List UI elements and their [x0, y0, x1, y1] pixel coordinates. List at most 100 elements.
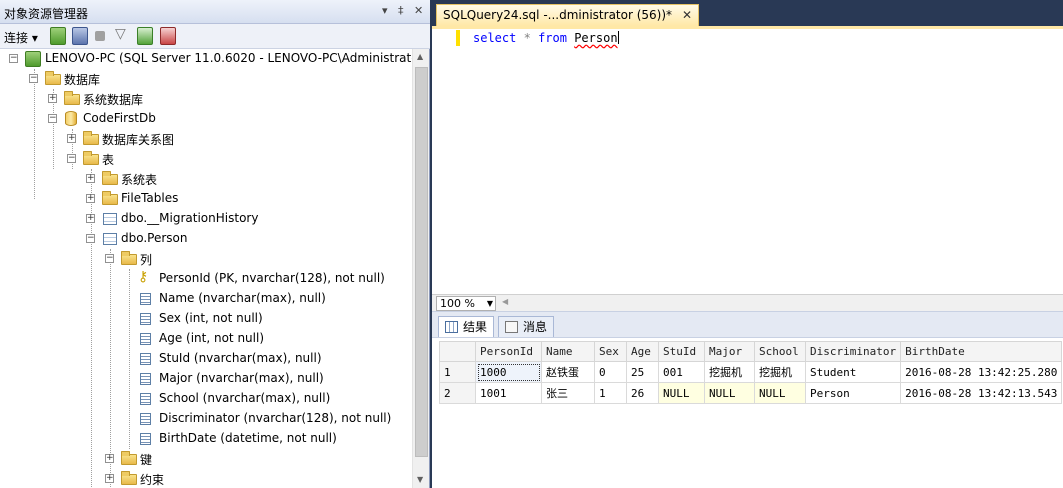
column-header[interactable]: PersonId	[475, 341, 542, 362]
column-icon	[140, 373, 151, 385]
row-number[interactable]: 2	[439, 382, 476, 404]
column-icon	[140, 333, 151, 345]
tree-vertical-scrollbar[interactable]: ▲ ▼	[412, 49, 429, 488]
server-icon	[25, 51, 41, 67]
grid-cell[interactable]: 赵铁蛋	[541, 361, 595, 383]
grid-cell[interactable]: 张三	[541, 382, 595, 404]
column-header[interactable]: Sex	[594, 341, 627, 362]
window-position-icon[interactable]: ▾	[382, 4, 388, 17]
column-icon	[140, 293, 151, 305]
grid-cell[interactable]: 2016-08-28 13:42:13.543	[900, 382, 1063, 404]
close-tab-icon[interactable]: ✕	[682, 5, 692, 25]
row-number[interactable]: 1	[439, 361, 476, 383]
folder-icon	[102, 171, 118, 185]
sql-code-line[interactable]: select * from Person	[473, 31, 619, 45]
refresh-icon[interactable]	[137, 27, 153, 45]
server-label: LENOVO-PC (SQL Server 11.0.6020 - LENOVO…	[45, 51, 412, 65]
activity-monitor-icon[interactable]	[160, 27, 176, 45]
expand-icon[interactable]: +	[105, 474, 114, 483]
grid-cell[interactable]: Person	[804, 382, 902, 404]
expand-icon[interactable]: +	[86, 174, 95, 183]
expand-icon[interactable]: +	[86, 194, 95, 203]
object-explorer-title-bar: 对象资源管理器 ▾ ‡ ✕	[0, 0, 430, 24]
table-row: 1 1000 赵铁蛋 0 25 001 挖掘机 挖掘机 Student 2016…	[439, 361, 1063, 383]
query-tab-title: SQLQuery24.sql -...dministrator (56))*	[443, 8, 673, 22]
expand-icon[interactable]: +	[86, 214, 95, 223]
grid-cell[interactable]: 26	[626, 382, 659, 404]
collapse-icon[interactable]: −	[29, 74, 38, 83]
folder-icon	[102, 191, 118, 205]
results-grid-panel: PersonId Name Sex Age StuId Major School…	[432, 337, 1063, 488]
column-icon	[140, 313, 151, 325]
grid-icon	[445, 321, 458, 333]
grid-cell[interactable]: 1	[594, 382, 627, 404]
table-icon	[103, 233, 117, 245]
connect-object-icon[interactable]	[50, 27, 66, 45]
folder-icon	[64, 91, 80, 105]
sql-editor[interactable]: select * from Person	[432, 26, 1063, 297]
tab-results[interactable]: 结果	[438, 316, 495, 338]
zoom-bar: 100 % ▼ ◀	[432, 294, 1063, 311]
column-header[interactable]: StuId	[658, 341, 705, 362]
scroll-left-icon[interactable]: ◀	[502, 297, 508, 306]
messages-icon	[505, 321, 518, 333]
grid-cell[interactable]: 25	[626, 361, 659, 383]
disconnect-icon[interactable]	[72, 27, 88, 45]
object-explorer-toolbar: 连接 ▾ ▽	[0, 24, 430, 49]
column-icon	[140, 353, 151, 365]
row-number-header	[439, 341, 476, 362]
expand-icon[interactable]: +	[48, 94, 57, 103]
grid-cell[interactable]: Student	[804, 361, 902, 383]
column-header[interactable]: Major	[704, 341, 755, 362]
change-indicator	[456, 30, 460, 46]
collapse-icon[interactable]: −	[86, 234, 95, 243]
table-row: 2 1001 张三 1 26 NULL NULL NULL Person 201…	[439, 382, 1063, 404]
query-document-tab[interactable]: SQLQuery24.sql -...dministrator (56))* ✕	[436, 4, 700, 26]
grid-cell[interactable]: 0	[594, 361, 627, 383]
grid-cell[interactable]: 挖掘机	[704, 361, 755, 383]
text-caret	[617, 31, 619, 44]
close-icon[interactable]: ✕	[414, 4, 423, 17]
column-header[interactable]: Name	[541, 341, 595, 362]
stop-icon[interactable]	[95, 31, 105, 41]
column-icon	[140, 413, 151, 425]
column-icon	[140, 433, 151, 445]
folder-icon	[121, 451, 137, 465]
zoom-dropdown[interactable]: 100 % ▼	[436, 296, 496, 311]
collapse-icon[interactable]: −	[105, 254, 114, 263]
collapse-icon[interactable]: −	[48, 114, 57, 123]
column-header[interactable]: Discriminator	[804, 341, 902, 362]
folder-icon	[83, 151, 99, 165]
grid-cell-null[interactable]: NULL	[658, 382, 705, 404]
column-header[interactable]: Age	[626, 341, 659, 362]
pin-icon[interactable]: ‡	[398, 4, 404, 17]
grid-cell[interactable]: 001	[658, 361, 705, 383]
grid-cell[interactable]: 挖掘机	[754, 361, 806, 383]
results-tab-strip: 结果 消息	[432, 311, 1063, 338]
expand-icon[interactable]: +	[67, 134, 76, 143]
scrollbar-thumb[interactable]	[415, 67, 428, 457]
scroll-up-icon[interactable]: ▲	[417, 52, 423, 61]
collapse-icon[interactable]: −	[67, 154, 76, 163]
filter-icon[interactable]: ▽	[115, 26, 126, 44]
grid-cell[interactable]: 2016-08-28 13:42:25.280	[900, 361, 1063, 383]
scroll-down-icon[interactable]: ▼	[417, 475, 423, 484]
query-pane: SQLQuery24.sql -...dministrator (56))* ✕…	[432, 0, 1063, 488]
column-icon	[140, 393, 151, 405]
column-header[interactable]: BirthDate	[900, 341, 1063, 362]
folder-icon	[121, 471, 137, 485]
grid-cell[interactable]: 1001	[475, 382, 542, 404]
editor-gutter	[432, 29, 454, 297]
collapse-icon[interactable]: −	[9, 54, 18, 63]
connect-button[interactable]: 连接 ▾	[4, 27, 38, 45]
expand-icon[interactable]: +	[105, 454, 114, 463]
folder-icon	[121, 251, 137, 265]
folder-icon	[45, 71, 61, 85]
grid-cell-null[interactable]: NULL	[704, 382, 755, 404]
results-grid: PersonId Name Sex Age StuId Major School…	[439, 341, 1063, 404]
chevron-down-icon: ▼	[486, 299, 493, 308]
column-header[interactable]: School	[754, 341, 806, 362]
tab-messages[interactable]: 消息	[498, 316, 555, 338]
grid-cell-null[interactable]: NULL	[754, 382, 806, 404]
grid-cell[interactable]: 1000	[475, 361, 542, 383]
